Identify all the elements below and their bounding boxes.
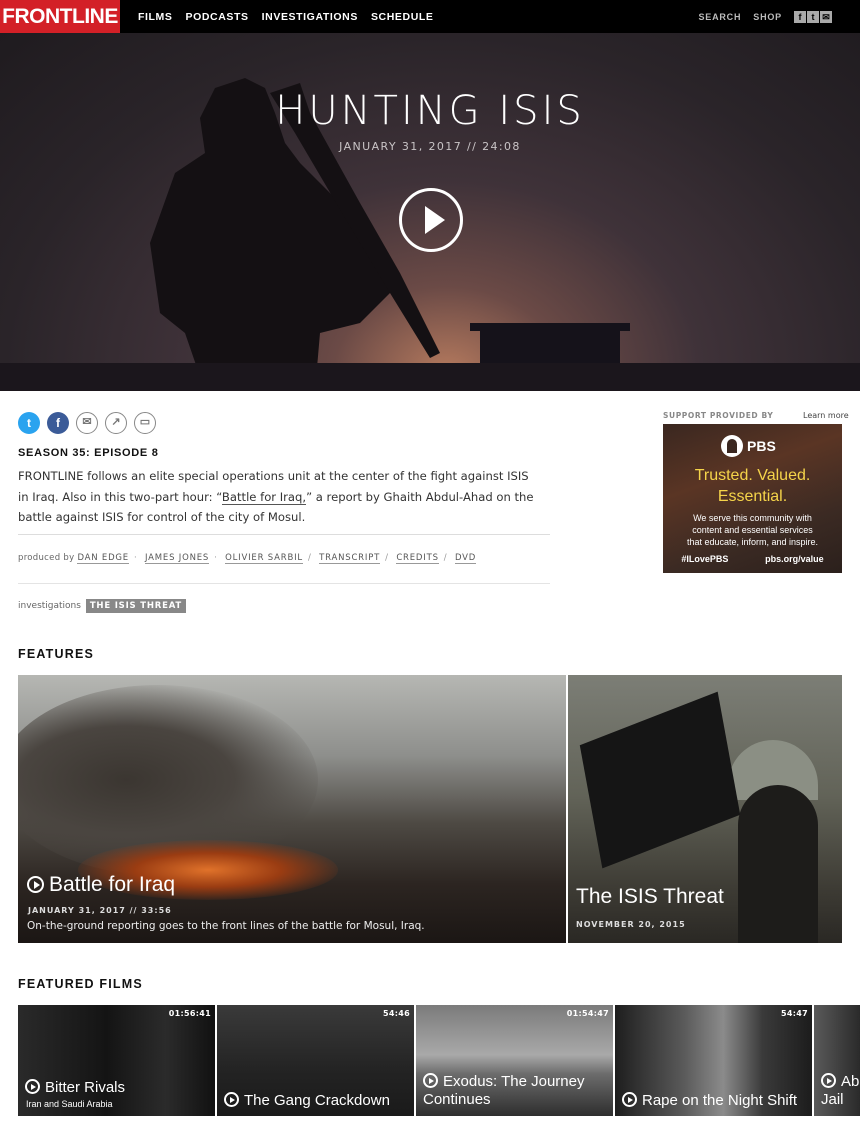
hero-banner[interactable]: HUNTING ISIS JANUARY 31, 2017 // 24:08 (0, 33, 860, 391)
film-card[interactable]: 01:54:47 Exodus: The Journey Continues (416, 1005, 613, 1116)
feature-title: Battle for Iraq (27, 873, 175, 897)
nav-films[interactable]: FILMS (138, 0, 173, 33)
facebook-icon[interactable]: f (47, 412, 69, 434)
credit-dan-edge[interactable]: DAN EDGE (77, 553, 129, 564)
battle-for-iraq-link[interactable]: Battle for Iraq, (221, 489, 307, 505)
ad-body: We serve this community with content and … (686, 513, 819, 547)
play-icon[interactable] (399, 188, 463, 252)
ad-label: SUPPORT PROVIDED BY (663, 411, 774, 420)
nav-investigations[interactable]: INVESTIGATIONS (262, 0, 358, 33)
film-title: Bitter Rivals (25, 1079, 125, 1097)
nav-search[interactable]: SEARCH (698, 12, 741, 22)
episode-description: FRONTLINE follows an elite special opera… (18, 469, 534, 524)
play-icon (25, 1079, 40, 1094)
email-icon[interactable]: ✉ (820, 10, 832, 23)
film-subtitle: Iran and Saudi Arabia (26, 1099, 113, 1109)
hero-title: HUNTING ISIS (275, 88, 585, 134)
feature-meta: NOVEMBER 20, 2015 (576, 920, 686, 929)
play-icon (27, 876, 44, 893)
nav-podcasts[interactable]: PODCASTS (186, 0, 249, 33)
ad-learn-more[interactable]: Learn more (803, 411, 849, 420)
nav-social: f t ✉ (794, 10, 832, 23)
film-card[interactable]: 54:47 Rape on the Night Shift (615, 1005, 812, 1116)
investigation-tag[interactable]: THE ISIS THREAT (85, 599, 187, 613)
facebook-icon[interactable]: f (794, 10, 806, 23)
credit-olivier-sarbil[interactable]: OLIVIER SARBIL (225, 553, 303, 564)
feature-meta: JANUARY 31, 2017 // 33:56 (28, 906, 172, 915)
investigations-line: investigations THE ISIS THREAT (18, 599, 187, 613)
film-card[interactable]: 01:56:41 Bitter Rivals Iran and Saudi Ar… (18, 1005, 215, 1116)
play-icon (423, 1073, 438, 1088)
credit-james-jones[interactable]: JAMES JONES (145, 553, 210, 564)
film-duration: 01:54:47 (566, 1009, 609, 1018)
film-duration: 54:47 (781, 1009, 808, 1018)
season-episode: SEASON 35: EPISODE 8 (18, 447, 159, 459)
credits-line: produced by DAN EDGE · JAMES JONES · OLIVI… (18, 553, 477, 564)
feature-battle-for-iraq[interactable]: Battle for Iraq JANUARY 31, 2017 // 33:5… (18, 675, 566, 943)
film-card[interactable]: AbaJail (814, 1005, 860, 1116)
transcript-link[interactable]: TRANSCRIPT (319, 553, 381, 564)
film-title: The Gang Crackdown (224, 1092, 390, 1110)
nav-shop[interactable]: SHOP (753, 12, 782, 22)
ad-headline: Trusted. Valued. Essential. (694, 467, 811, 505)
divider (18, 583, 550, 584)
divider (18, 534, 550, 535)
hero-meta: JANUARY 31, 2017 // 24:08 (339, 140, 521, 153)
twitter-icon[interactable]: t (18, 412, 40, 434)
frontline-logo[interactable]: FRONTLINE (0, 0, 120, 33)
play-icon (821, 1073, 836, 1088)
featured-films-heading: FEATURED FILMS (18, 977, 143, 991)
credits-link[interactable]: CREDITS (396, 553, 439, 564)
feature-title: The ISIS Threat (576, 885, 724, 908)
film-duration: 54:46 (383, 1009, 410, 1018)
film-card[interactable]: 54:46 The Gang Crackdown (217, 1005, 414, 1116)
feature-desc: On-the-ground reporting goes to the fron… (27, 920, 425, 932)
nav-schedule[interactable]: SCHEDULE (371, 0, 434, 33)
film-title: Exodus: The Journey Continues (423, 1073, 585, 1108)
pbs-logo: PBS (721, 435, 776, 457)
play-icon (622, 1092, 637, 1107)
twitter-icon[interactable]: t (807, 10, 819, 23)
nav-right: SEARCH SHOP f t ✉ (698, 0, 860, 33)
dvd-link[interactable]: DVD (454, 553, 477, 564)
share-bar: t f ✉ ↗ ▭ (18, 412, 156, 434)
film-title: Rape on the Night Shift (622, 1092, 797, 1110)
comment-icon[interactable]: ▭ (134, 412, 156, 434)
share-icon[interactable]: ↗ (105, 412, 127, 434)
film-duration: 01:56:41 (168, 1009, 211, 1018)
film-title: AbaJail (821, 1073, 860, 1108)
ad-footer: #ILovePBS pbs.org/value (681, 554, 824, 564)
main-nav: FILMS PODCASTS INVESTIGATIONS SCHEDULE (138, 0, 447, 33)
play-icon (224, 1092, 239, 1107)
features-heading: FEATURES (18, 647, 95, 661)
top-nav: FRONTLINE FILMS PODCASTS INVESTIGATIONS … (0, 0, 860, 33)
pbs-ad[interactable]: PBS Trusted. Valued. Essential. We serve … (663, 424, 842, 573)
email-icon[interactable]: ✉ (76, 412, 98, 434)
feature-isis-threat[interactable]: The ISIS Threat NOVEMBER 20, 2015 (568, 675, 842, 943)
